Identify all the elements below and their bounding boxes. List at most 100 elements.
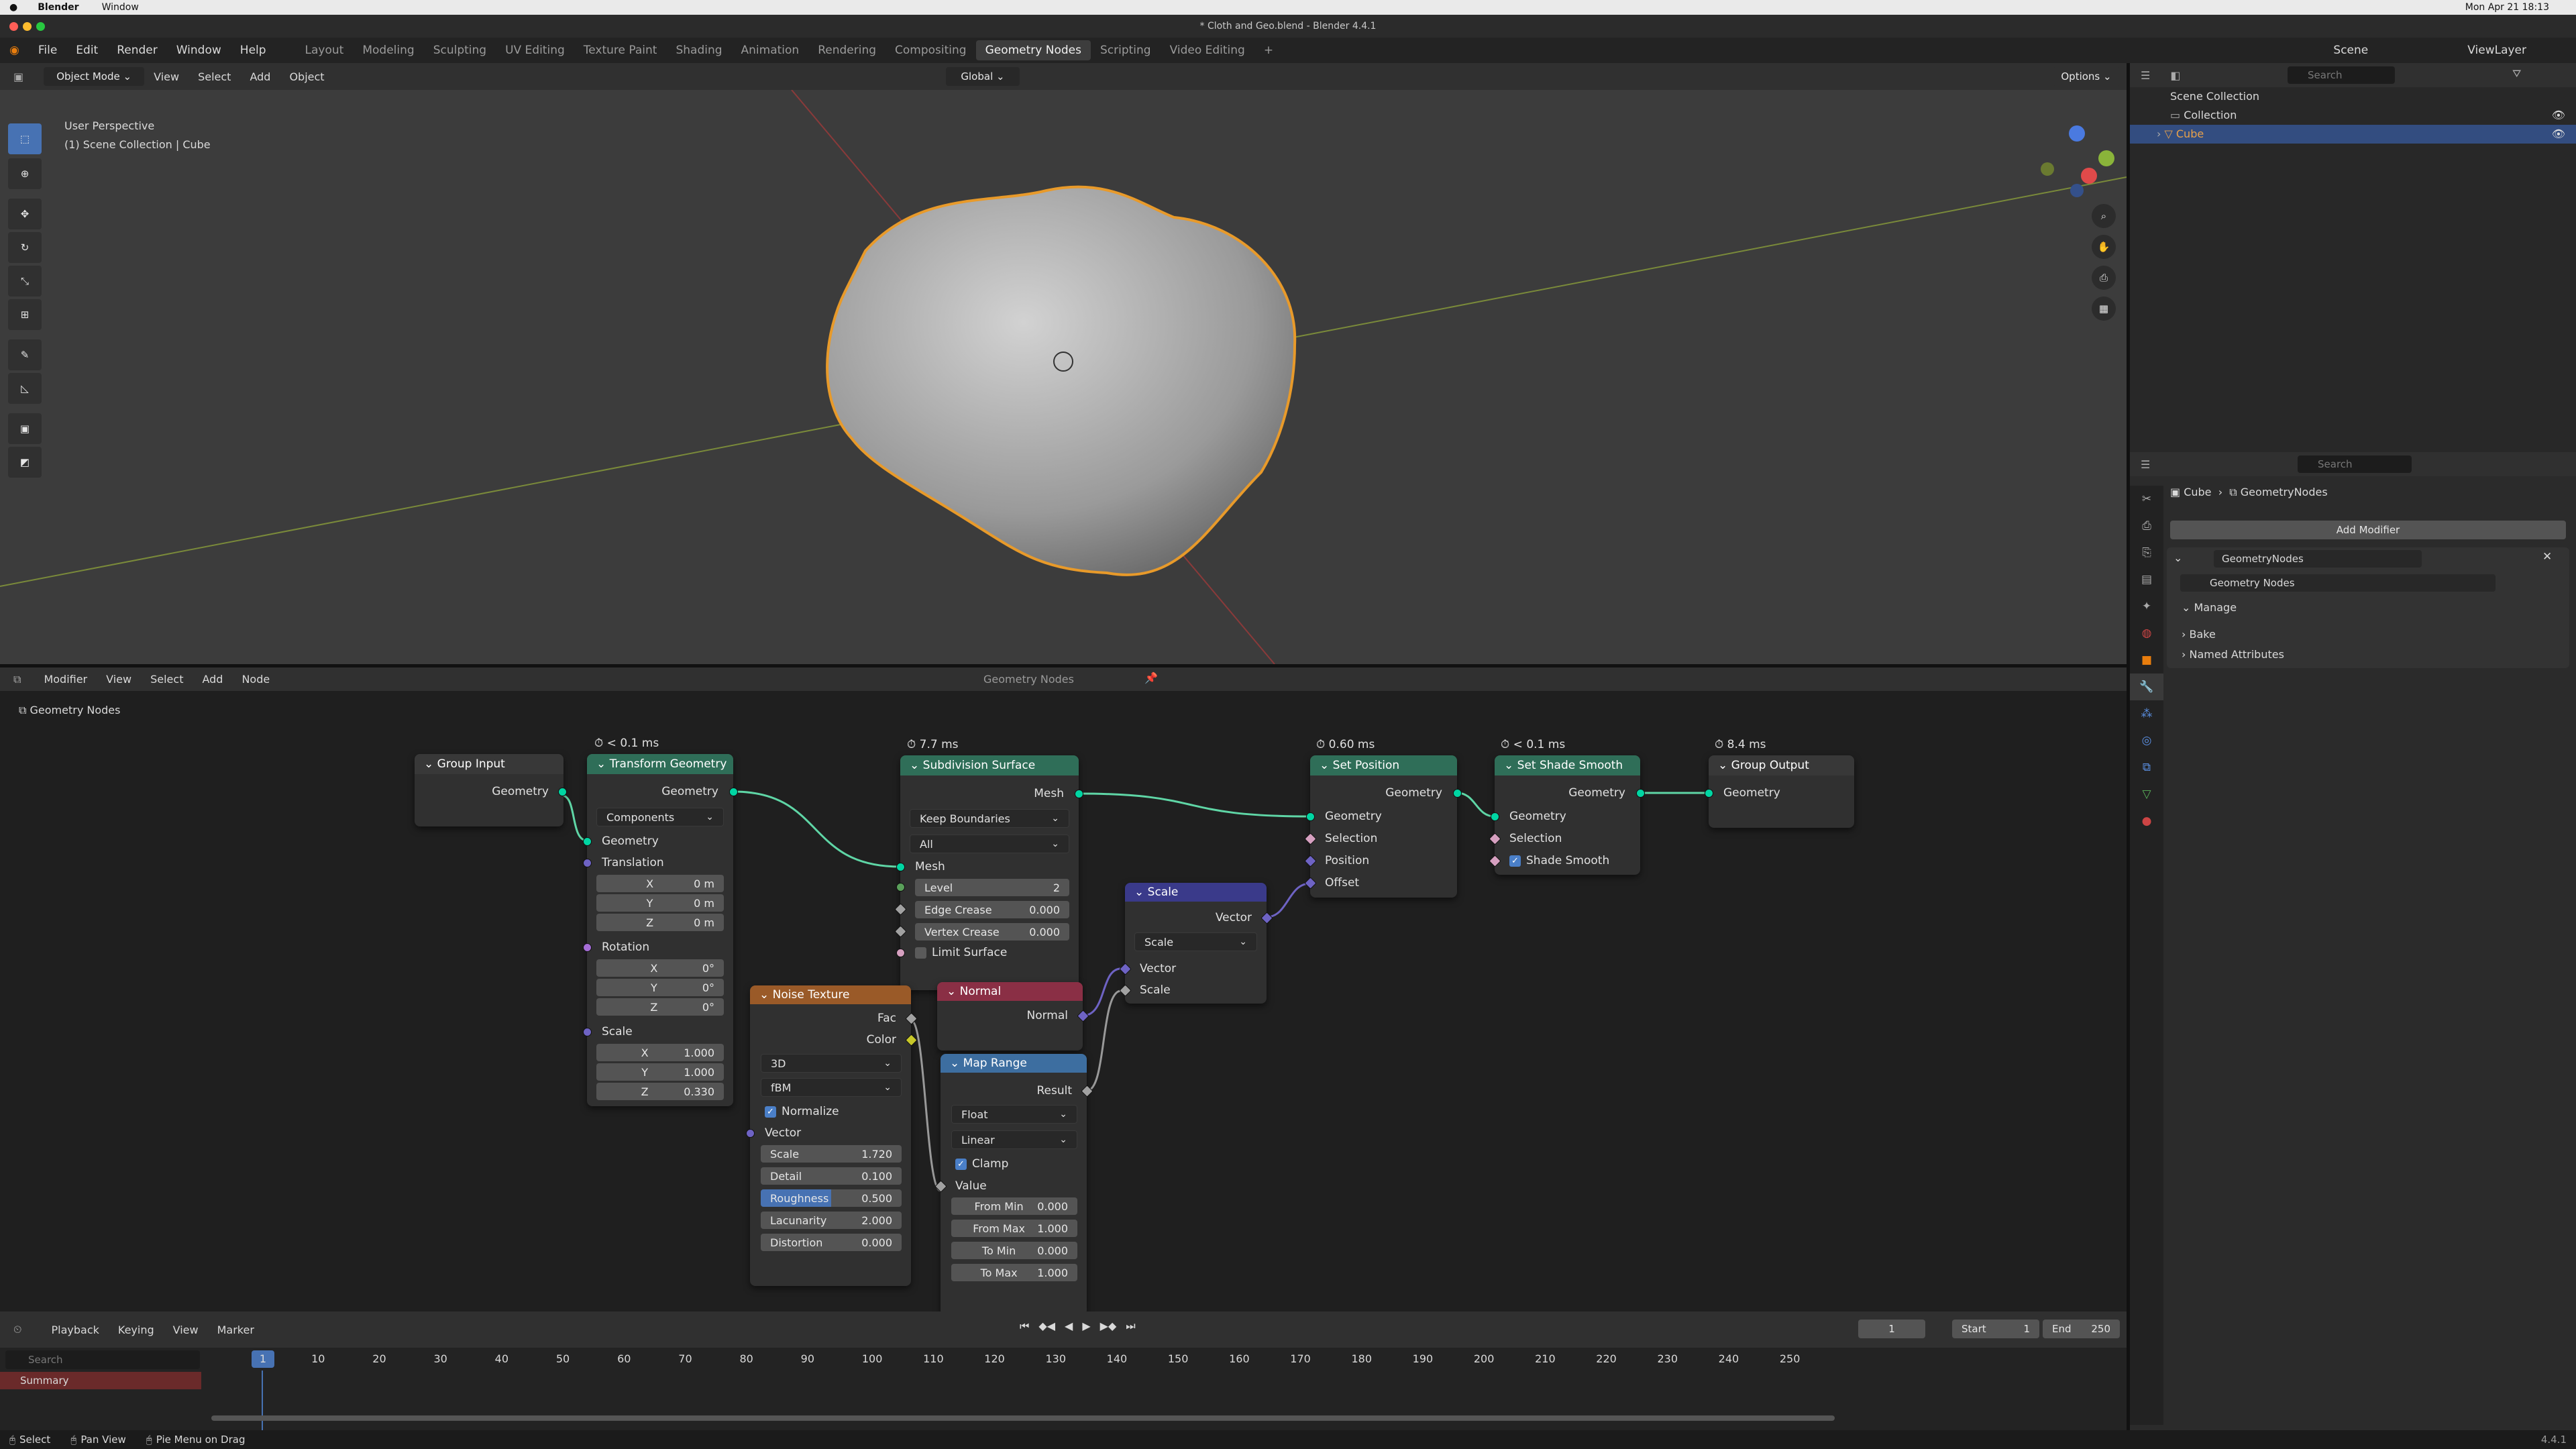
level-field[interactable]: Level 2 bbox=[915, 879, 1069, 896]
tab-geometry-nodes[interactable]: Geometry Nodes bbox=[975, 40, 1091, 60]
viewlayer-selector[interactable]: ViewLayer bbox=[2458, 44, 2536, 57]
menu-view[interactable]: View bbox=[164, 1324, 208, 1336]
limit-surface-row[interactable]: Limit Surface bbox=[900, 943, 1079, 962]
output-socket[interactable] bbox=[558, 788, 567, 796]
operation-dropdown[interactable]: Scale bbox=[1134, 932, 1257, 951]
modifier-name-field[interactable]: GeometryNodes bbox=[2214, 550, 2422, 568]
input-socket[interactable] bbox=[583, 859, 592, 867]
rotate-tool-icon[interactable]: ↻ bbox=[8, 232, 42, 263]
gizmo-neg-z-icon[interactable] bbox=[2070, 184, 2084, 197]
options-dropdown[interactable]: Options ⌄ bbox=[2053, 67, 2120, 86]
gizmo-neg-y-icon[interactable] bbox=[2041, 162, 2054, 176]
menu-keying[interactable]: Keying bbox=[109, 1324, 164, 1336]
cursor-tool-icon[interactable]: ⊕ bbox=[8, 158, 42, 189]
node-header[interactable]: ⌄ Group Input bbox=[415, 754, 564, 774]
apple-icon[interactable]: ● bbox=[9, 2, 17, 13]
translation-z-field[interactable]: Z 0 m bbox=[596, 914, 724, 931]
menu-file[interactable]: File bbox=[29, 44, 66, 57]
scale-z-field[interactable]: Z 0.330 bbox=[596, 1083, 724, 1100]
node-editor[interactable]: ⧉ Geometry Nodes ⌄ Group Input Geometry … bbox=[0, 691, 2127, 1311]
node-tree-name[interactable]: Geometry Nodes bbox=[983, 673, 1074, 686]
menu-help[interactable]: Help bbox=[231, 44, 276, 57]
gizmo-z-icon[interactable] bbox=[2069, 125, 2085, 142]
uv-smooth-dropdown[interactable]: All bbox=[910, 835, 1069, 853]
properties-editor[interactable]: ☰ Search ✂ ⎙ ⎘ ▤ ✦ ◍ ■ 🔧 ⁂ ◎ ⧉ ▽ ● ▣ Cub… bbox=[2130, 452, 2576, 1430]
physics-tab-icon[interactable]: ◎ bbox=[2130, 727, 2163, 754]
viewport-menu-object[interactable]: Object bbox=[280, 70, 333, 83]
tab-modeling[interactable]: Modeling bbox=[353, 40, 423, 60]
zoom-icon[interactable]: ⌕ bbox=[2092, 204, 2116, 228]
visibility-icon[interactable]: 👁 bbox=[2552, 125, 2565, 144]
data-tab-icon[interactable]: ▽ bbox=[2130, 781, 2163, 808]
interpolation-dropdown[interactable]: Linear bbox=[951, 1130, 1077, 1149]
tab-layout[interactable]: Layout bbox=[296, 40, 354, 60]
menu-render[interactable]: Render bbox=[107, 44, 167, 57]
app-menu[interactable]: Blender bbox=[38, 2, 78, 13]
normalize-checkbox[interactable]: ✓ bbox=[765, 1106, 776, 1118]
jump-start-icon[interactable]: ⏮ bbox=[1020, 1320, 1029, 1333]
input-socket[interactable] bbox=[896, 949, 905, 957]
node-header[interactable]: ⌄ Subdivision Surface bbox=[900, 755, 1079, 775]
scene-tab-icon[interactable]: ✦ bbox=[2130, 593, 2163, 620]
play-reverse-icon[interactable]: ◀ bbox=[1065, 1320, 1073, 1333]
node-menu-node[interactable]: Node bbox=[232, 673, 279, 686]
clamp-checkbox[interactable]: ✓ bbox=[955, 1158, 967, 1170]
properties-editor-type-icon[interactable]: ☰ bbox=[2141, 458, 2150, 471]
map-range-node[interactable]: ⌄ Map Range Result Float Linear ✓ Clamp V… bbox=[934, 1054, 1093, 1311]
next-keyframe-icon[interactable]: ▶◆ bbox=[1100, 1320, 1117, 1333]
output-socket[interactable] bbox=[1636, 789, 1645, 798]
transform-geometry-node[interactable]: ⌄ Transform Geometry Geometry Components… bbox=[583, 754, 738, 1106]
viewport-menu-select[interactable]: Select bbox=[189, 70, 240, 83]
tab-sculpting[interactable]: Sculpting bbox=[424, 40, 496, 60]
named-attributes-subpanel[interactable]: › Named Attributes bbox=[2182, 648, 2284, 661]
noise-scale-field[interactable]: Scale 1.720 bbox=[761, 1145, 902, 1163]
tab-compositing[interactable]: Compositing bbox=[885, 40, 976, 60]
timeline-search-input[interactable]: Search bbox=[5, 1350, 200, 1369]
playhead[interactable]: 1 bbox=[252, 1350, 274, 1368]
limit-surface-checkbox[interactable] bbox=[915, 947, 926, 959]
set-shade-smooth-node[interactable]: ⌄ Set Shade Smooth Geometry Geometry Sel… bbox=[1489, 755, 1645, 875]
zoom-window-button[interactable] bbox=[36, 22, 45, 31]
input-socket[interactable] bbox=[583, 1028, 592, 1036]
node-menu-view[interactable]: View bbox=[97, 673, 141, 686]
rotation-y-field[interactable]: Y 0° bbox=[596, 979, 724, 996]
prev-keyframe-icon[interactable]: ◆◀ bbox=[1038, 1320, 1055, 1333]
gizmo-x-icon[interactable] bbox=[2081, 168, 2097, 184]
scale-x-field[interactable]: X 1.000 bbox=[596, 1044, 724, 1061]
tab-uv-editing[interactable]: UV Editing bbox=[496, 40, 574, 60]
noise-distortion-field[interactable]: Distortion 0.000 bbox=[761, 1234, 902, 1251]
viewport-menu-view[interactable]: View bbox=[144, 70, 189, 83]
constraints-tab-icon[interactable]: ⧉ bbox=[2130, 754, 2163, 781]
outliner-editor-type-icon[interactable]: ☰ bbox=[2141, 69, 2150, 82]
render-tab-icon[interactable]: ⎙ bbox=[2130, 513, 2163, 539]
close-window-button[interactable] bbox=[9, 22, 18, 31]
end-frame-field[interactable]: End 250 bbox=[2043, 1320, 2120, 1338]
annotate-tool-icon[interactable]: ✎ bbox=[8, 339, 42, 370]
tab-shading[interactable]: Shading bbox=[666, 40, 731, 60]
output-socket[interactable] bbox=[1453, 789, 1462, 798]
timeline-scrollbar[interactable] bbox=[211, 1415, 1835, 1421]
tab-animation[interactable]: Animation bbox=[732, 40, 809, 60]
menu-marker[interactable]: Marker bbox=[208, 1324, 264, 1336]
shade-smooth-checkbox[interactable]: ✓ bbox=[1509, 855, 1521, 867]
output-socket[interactable] bbox=[1075, 790, 1083, 798]
timeline-editor-type-icon[interactable]: ⏲ bbox=[13, 1323, 21, 1336]
mode-dropdown[interactable]: Components bbox=[596, 808, 724, 826]
current-frame-field[interactable]: 1 bbox=[1858, 1320, 1925, 1338]
clamp-row[interactable]: ✓ Clamp bbox=[941, 1155, 1087, 1173]
noise-lacunarity-field[interactable]: Lacunarity 2.000 bbox=[761, 1212, 902, 1229]
input-socket[interactable] bbox=[1491, 812, 1499, 821]
input-socket[interactable] bbox=[746, 1129, 755, 1138]
modifier-collapse-icon[interactable]: ⌄ bbox=[2174, 551, 2182, 564]
rotation-x-field[interactable]: X 0° bbox=[596, 959, 724, 977]
input-socket[interactable] bbox=[583, 837, 592, 846]
modifier-tab-icon[interactable]: 🔧 bbox=[2130, 674, 2163, 700]
editor-type-icon[interactable]: ▣ bbox=[13, 70, 23, 83]
display-mode-icon[interactable]: ◧ bbox=[2170, 69, 2180, 82]
node-header[interactable]: ⌄ Set Shade Smooth bbox=[1495, 755, 1640, 775]
world-tab-icon[interactable]: ◍ bbox=[2130, 620, 2163, 647]
subdivision-surface-node[interactable]: ⌄ Subdivision Surface Mesh Keep Boundari… bbox=[894, 755, 1083, 990]
move-tool-icon[interactable]: ✥ bbox=[8, 199, 42, 229]
node-header[interactable]: ⌄ Transform Geometry bbox=[587, 754, 733, 774]
output-socket[interactable] bbox=[729, 788, 738, 796]
